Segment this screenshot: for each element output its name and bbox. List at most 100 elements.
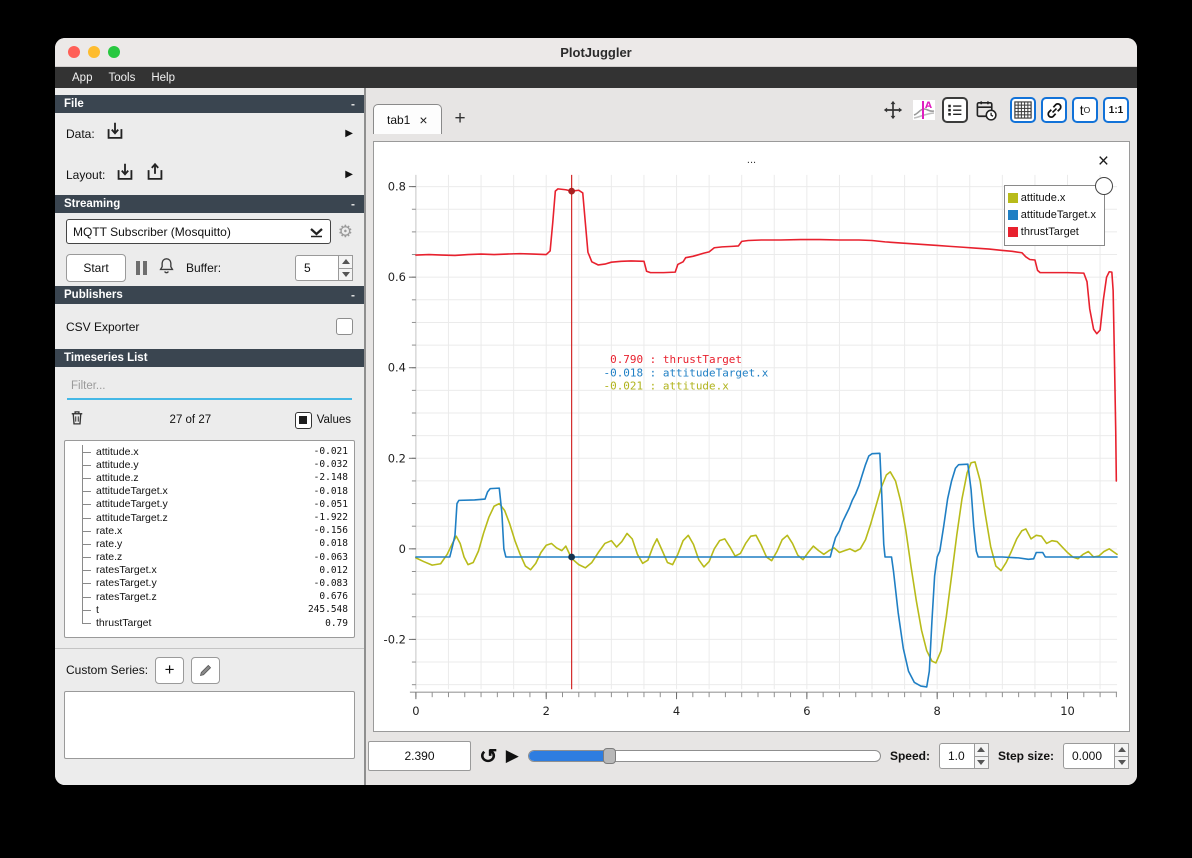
legend-label: thrustTarget [1020, 225, 1079, 238]
tab-close-icon[interactable]: × [419, 113, 427, 127]
publishers-section-header[interactable]: Publishers - [55, 286, 364, 304]
tab-label: tab1 [387, 112, 411, 127]
tab-tab1[interactable]: tab1 × [373, 104, 442, 134]
collapse-icon[interactable]: - [351, 288, 355, 302]
timeseries-row[interactable]: attitude.z -2.148 [69, 471, 348, 485]
svg-text:0.790 : thrustTarget: 0.790 : thrustTarget [604, 353, 742, 366]
time-offset-icon[interactable]: tO [1072, 97, 1098, 123]
menu-app[interactable]: App [65, 72, 99, 84]
legend-handle-icon[interactable] [1095, 177, 1113, 195]
menu-help[interactable]: Help [144, 72, 182, 84]
grid-layout-icon[interactable] [1010, 97, 1036, 123]
plot-close-icon[interactable]: × [1098, 152, 1109, 171]
svg-text:-0.2: -0.2 [384, 632, 406, 646]
timeseries-list[interactable]: attitude.x -0.021 attitude.y -0.032 attitude… [64, 440, 355, 638]
buffer-label: Buffer: [186, 261, 222, 275]
load-layout-icon[interactable] [114, 161, 136, 188]
legend-entries: attitude.x attitudeTarget.x thrustTarget [1007, 189, 1096, 240]
chevron-down-icon [310, 227, 323, 237]
csv-exporter-label: CSV Exporter [66, 319, 140, 334]
csv-exporter-checkbox[interactable] [336, 318, 353, 335]
legend-entry[interactable]: attitudeTarget.x [1007, 206, 1096, 223]
pan-zoom-icon[interactable] [880, 97, 906, 123]
timeseries-row[interactable]: attitudeTarget.x -0.018 [69, 484, 348, 498]
slider-handle[interactable] [603, 748, 617, 764]
timeseries-row[interactable]: attitude.x -0.021 [69, 445, 348, 459]
save-layout-icon[interactable] [144, 161, 166, 188]
legend[interactable]: attitude.x attitudeTarget.x thrustTarget [1003, 177, 1113, 246]
delete-series-trash-icon[interactable] [68, 408, 86, 432]
filter-input[interactable] [67, 376, 352, 400]
values-checkbox[interactable] [294, 411, 312, 429]
values-label: Values [316, 414, 351, 426]
timeseries-row[interactable]: attitude.y -0.032 [69, 458, 348, 472]
start-button[interactable]: Start [66, 254, 126, 282]
curve-style-icon[interactable]: A [911, 97, 937, 123]
plot-area[interactable]: 0 2 4 6 8 10 -0.2 0 0.2 0.4 0.6 0.8 0.790 : thrustT… [373, 141, 1130, 732]
timeseries-row[interactable]: rate.y 0.018 [69, 537, 348, 551]
speed-input[interactable] [938, 743, 974, 769]
timeseries-row[interactable]: t 245.548 [69, 603, 348, 617]
timeseries-section-header[interactable]: Timeseries List [55, 349, 364, 367]
add-custom-series-button[interactable]: + [155, 656, 185, 684]
edit-custom-series-button[interactable] [191, 656, 221, 684]
pause-icon[interactable] [136, 261, 147, 275]
time-slider[interactable] [527, 748, 881, 764]
streaming-source-select[interactable]: MQTT Subscriber (Mosquitto) [66, 219, 331, 244]
step-down-icon[interactable] [1114, 756, 1129, 769]
step-size-input[interactable] [1063, 743, 1114, 769]
collapse-icon[interactable]: - [351, 97, 355, 111]
notifications-bell-icon[interactable] [157, 256, 176, 280]
streaming-section-header[interactable]: Streaming - [55, 195, 364, 213]
buffer-up-icon[interactable] [338, 255, 353, 269]
link-axes-icon[interactable] [1041, 97, 1067, 123]
legend-label: attitude.x [1020, 191, 1066, 204]
load-data-icon[interactable] [104, 120, 126, 147]
left-sidebar: File - Data: ▶ Layout: ▶ Streaming - MQT… [55, 88, 364, 785]
date-time-icon[interactable] [973, 97, 999, 123]
svg-text:0.8: 0.8 [388, 180, 406, 194]
custom-series-list[interactable] [64, 691, 355, 759]
menu-bar: App Tools Help [55, 67, 1137, 88]
publishers-section-title: Publishers [64, 289, 123, 301]
timeseries-row[interactable]: rate.x -0.156 [69, 524, 348, 538]
plot-title: ... [746, 154, 757, 166]
loop-button[interactable]: ↺ [479, 744, 497, 769]
collapse-icon[interactable]: - [351, 197, 355, 211]
add-tab-button[interactable]: + [442, 108, 479, 130]
speed-up-icon[interactable] [973, 743, 989, 757]
legend-entry[interactable]: attitude.x [1007, 189, 1096, 206]
buffer-down-icon[interactable] [338, 268, 353, 281]
svg-text:-0.021 : attitude.x: -0.021 : attitude.x [604, 380, 730, 393]
layout-menu-arrow-icon[interactable]: ▶ [345, 169, 353, 180]
timeseries-row[interactable]: attitudeTarget.z -1.922 [69, 510, 348, 525]
timeseries-row[interactable]: rate.z -0.063 [69, 550, 348, 564]
svg-text:0: 0 [399, 542, 406, 556]
curve-list-icon[interactable] [942, 97, 968, 123]
data-menu-arrow-icon[interactable]: ▶ [345, 128, 353, 139]
step-size-label: Step size: [997, 749, 1054, 763]
svg-text:A: A [925, 101, 932, 111]
timeseries-row[interactable]: thrustTarget 0.79 [69, 616, 348, 629]
timeseries-row[interactable]: ratesTarget.x 0.012 [69, 563, 348, 578]
play-button[interactable]: ▶ [506, 746, 519, 766]
timeseries-row[interactable]: attitudeTarget.y -0.051 [69, 497, 348, 512]
buffer-input[interactable] [295, 255, 338, 281]
current-time-field[interactable] [368, 741, 471, 771]
legend-label: attitudeTarget.x [1020, 208, 1096, 221]
legend-swatch-icon [1007, 192, 1018, 203]
legend-swatch-icon [1007, 209, 1018, 220]
menu-tools[interactable]: Tools [101, 72, 142, 84]
legend-entry[interactable]: thrustTarget [1007, 223, 1096, 240]
timeseries-row[interactable]: ratesTarget.z 0.676 [69, 590, 348, 604]
ratio-one-to-one-icon[interactable]: 1:1 [1103, 97, 1129, 123]
timeseries-row[interactable]: ratesTarget.y -0.083 [69, 576, 348, 591]
streaming-settings-gear-icon[interactable]: ⚙ [338, 222, 353, 242]
streaming-section-title: Streaming [64, 198, 121, 210]
streaming-source-value: MQTT Subscriber (Mosquitto) [73, 224, 231, 239]
speed-down-icon[interactable] [973, 756, 989, 769]
window-title: PlotJuggler [560, 44, 632, 60]
file-section-header[interactable]: File - [55, 95, 364, 113]
svg-text:10: 10 [1060, 704, 1075, 718]
step-up-icon[interactable] [1114, 743, 1129, 757]
